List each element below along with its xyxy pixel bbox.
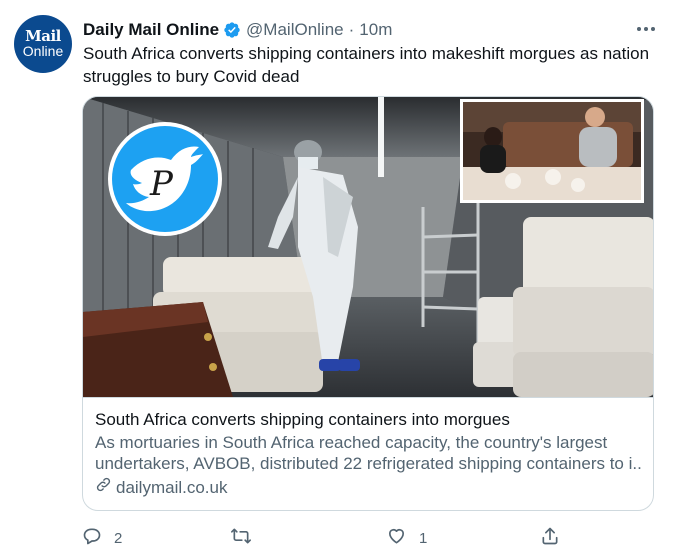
card-image: P: [83, 97, 653, 397]
reply-button[interactable]: 2: [82, 525, 122, 551]
card-domain-text: dailymail.co.uk: [116, 477, 228, 497]
author-name[interactable]: Daily Mail Online: [83, 20, 219, 40]
more-options-button[interactable]: [633, 20, 659, 36]
like-button[interactable]: 1: [386, 525, 427, 551]
like-count: 1: [419, 529, 428, 547]
author-handle[interactable]: @MailOnline: [246, 20, 344, 40]
retweet-icon: [230, 526, 252, 550]
card-info: South Africa converts shipping container…: [83, 397, 653, 510]
card-title[interactable]: South Africa converts shipping container…: [95, 409, 643, 430]
card-description: As mortuaries in South Africa reached ca…: [95, 432, 643, 474]
action-bar: 2 1: [0, 525, 681, 551]
avatar[interactable]: Mail Online: [14, 15, 72, 73]
svg-text:P: P: [149, 164, 174, 204]
more-horizontal-icon: [636, 19, 656, 37]
tweet-timestamp[interactable]: 10m: [359, 20, 392, 40]
tweet[interactable]: Mail Online Daily Mail Online @MailOnlin…: [0, 0, 681, 559]
avatar-logo-line2: Online: [22, 43, 64, 59]
heart-icon: [386, 526, 407, 550]
reply-count: 2: [114, 529, 123, 547]
reply-icon: [82, 526, 102, 550]
retweet-button[interactable]: [230, 525, 264, 551]
link-card[interactable]: P South Africa converts shipping contain…: [82, 96, 654, 511]
card-description-line: undertakers, AVBOB, distributed 22 refri…: [95, 454, 643, 473]
card-description-line: As mortuaries in South Africa reached ca…: [95, 433, 608, 452]
header-separator: ·: [348, 20, 355, 39]
tweet-header: Daily Mail Online @MailOnline · 10m: [83, 19, 392, 41]
share-button[interactable]: [540, 525, 560, 551]
verified-badge-icon: [223, 21, 241, 39]
tweet-text: South Africa converts shipping container…: [83, 44, 650, 86]
link-icon: [95, 476, 116, 498]
share-icon: [540, 526, 560, 550]
card-domain: dailymail.co.uk: [95, 476, 643, 498]
avatar-logo-line1: Mail: [25, 27, 61, 45]
